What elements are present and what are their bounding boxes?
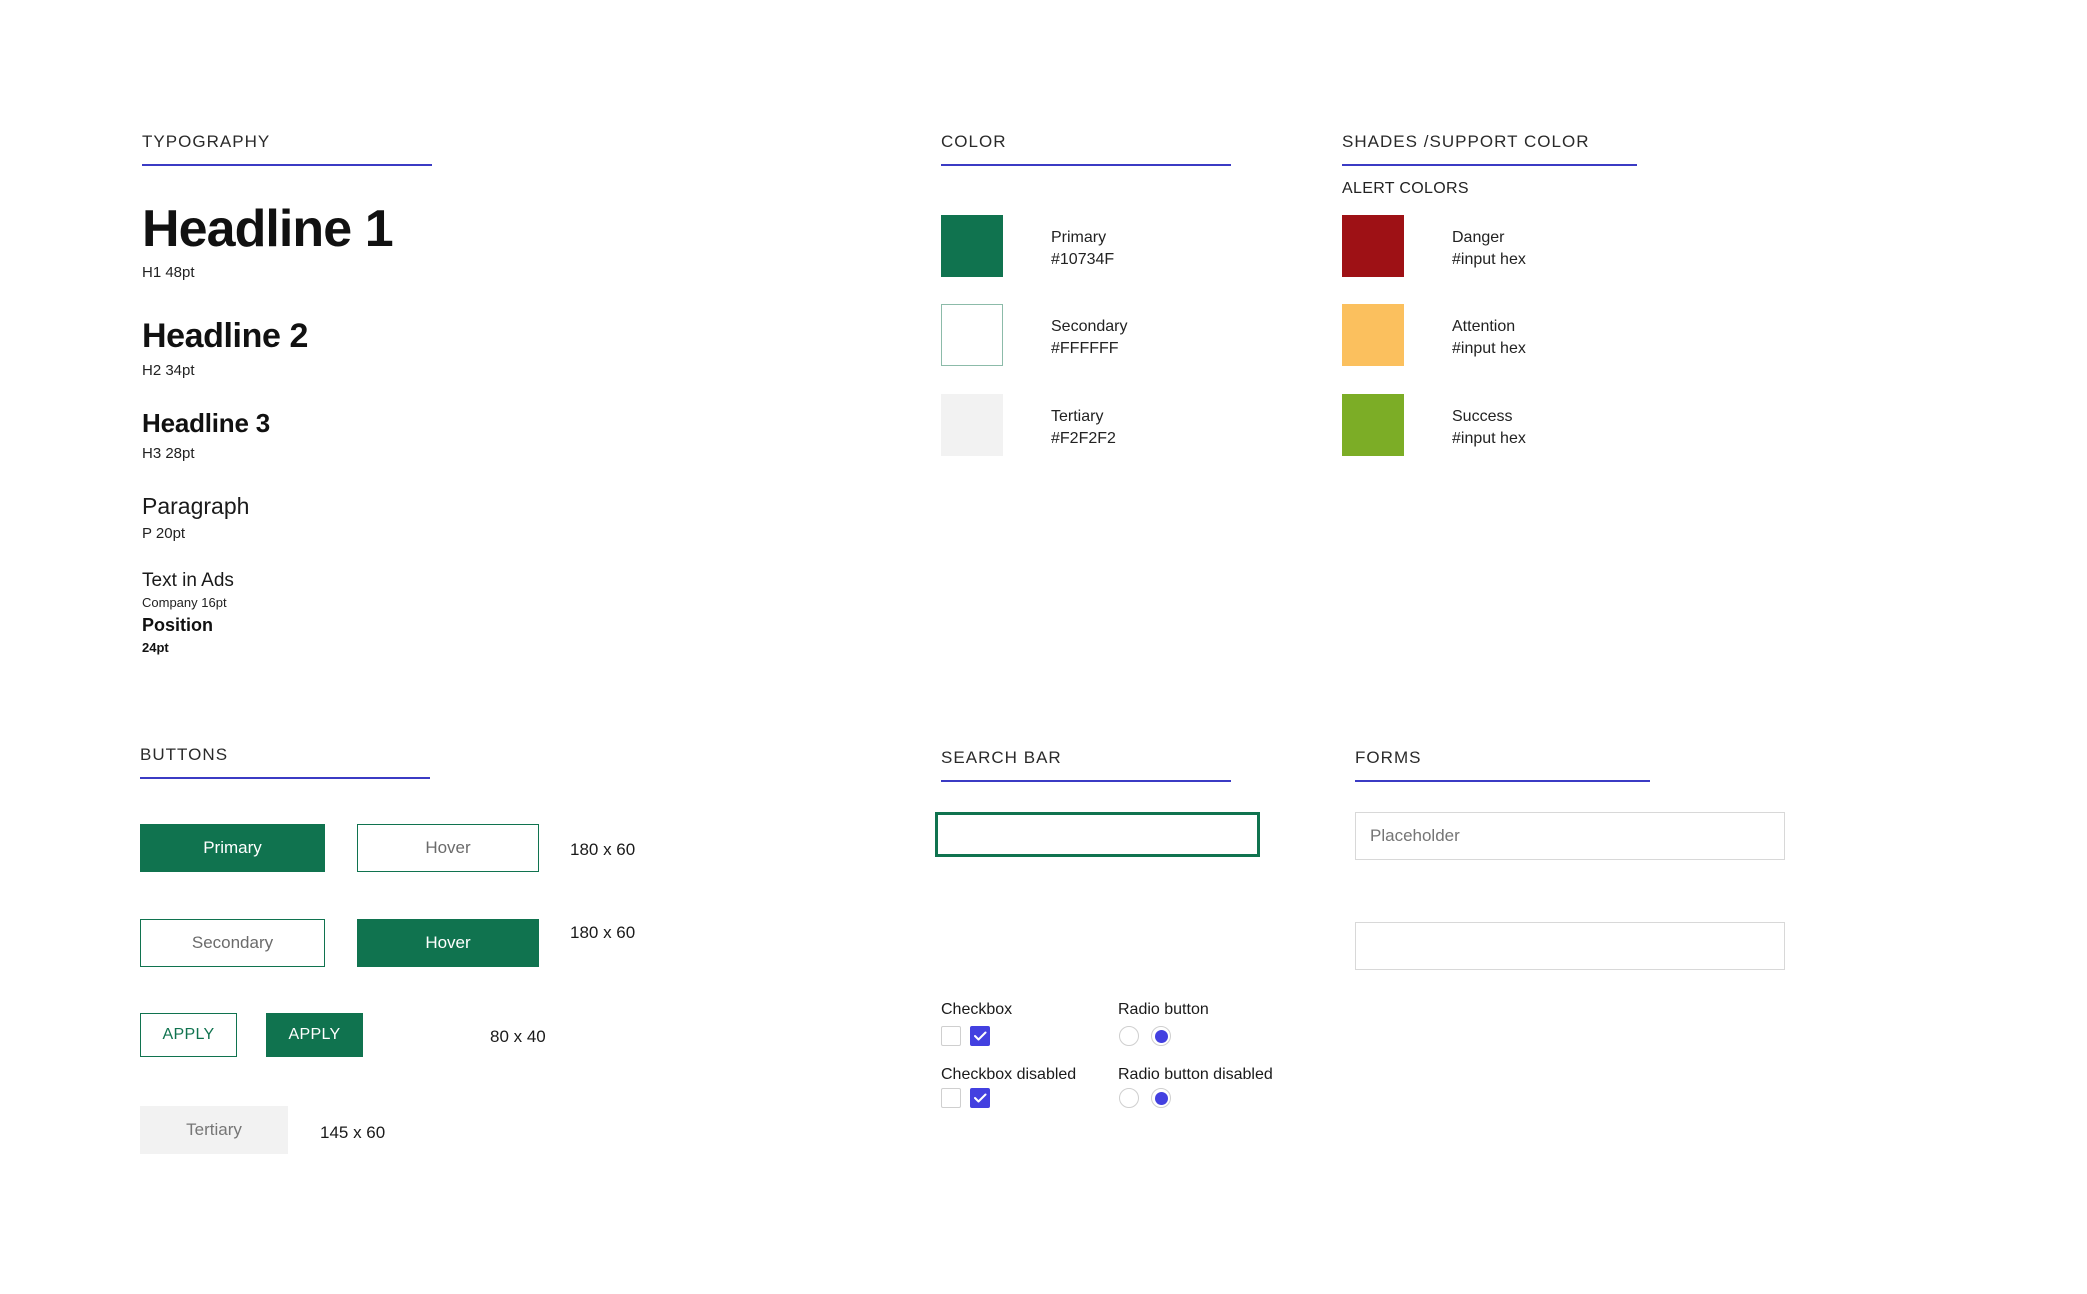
color-swatch-tertiary-name: Tertiary	[1051, 408, 1104, 425]
color-section-title: COLOR	[941, 132, 1007, 151]
typography-specimen-paragraph: Paragraph P 20pt	[142, 493, 249, 542]
primary-hover-button[interactable]: Hover	[357, 824, 539, 872]
search-section-rule	[941, 780, 1231, 782]
position-sample-text: Position	[142, 615, 213, 635]
color-swatch-tertiary-hex: #F2F2F2	[1051, 430, 1116, 448]
h1-sample-label: H1 48pt	[142, 263, 195, 281]
radio-selected[interactable]	[1151, 1026, 1171, 1046]
primary-row-size-label: 180 x 60	[570, 840, 636, 859]
h2-sample-label: H2 34pt	[142, 361, 195, 379]
apply-solid-button[interactable]: APPLY	[266, 1013, 363, 1057]
color-swatch-tertiary	[941, 394, 1003, 456]
apply-outline-button[interactable]: APPLY	[140, 1013, 237, 1057]
apply-row-size-label: 80 x 40	[490, 1027, 546, 1046]
color-section: COLOR	[941, 132, 1231, 166]
shades-section-title: SHADES /SUPPORT COLOR	[1342, 132, 1590, 151]
buttons-section-title: BUTTONS	[140, 745, 229, 764]
paragraph-sample-label: P 20pt	[142, 525, 186, 543]
alert-swatch-attention-hex: #input hex	[1452, 340, 1526, 358]
ads-sample-label: Company 16pt	[142, 594, 227, 610]
secondary-button[interactable]: Secondary	[140, 919, 325, 967]
typography-section: TYPOGRAPHY	[142, 132, 432, 166]
typography-specimen-h1: Headline 1 H1 48pt	[142, 200, 394, 281]
forms-section-rule	[1355, 780, 1650, 782]
checkbox-checked[interactable]	[970, 1026, 990, 1046]
alert-swatch-success	[1342, 394, 1404, 456]
alert-swatch-danger-name: Danger	[1452, 229, 1505, 246]
radio-unselected[interactable]	[1119, 1026, 1139, 1046]
form-input-placeholder[interactable]	[1355, 812, 1785, 860]
buttons-section: BUTTONS	[140, 745, 430, 779]
checkbox-disabled-checked	[970, 1088, 990, 1108]
shades-section-rule	[1342, 164, 1637, 166]
alert-swatch-row: Attention #input hex	[1342, 304, 1526, 366]
color-swatch-secondary-name: Secondary	[1051, 318, 1128, 335]
buttons-section-rule	[140, 777, 430, 779]
shades-section: SHADES /SUPPORT COLOR	[1342, 132, 1637, 166]
typography-specimen-h3: Headline 3 H3 28pt	[142, 409, 270, 462]
color-section-rule	[941, 164, 1231, 166]
alert-colors-subtitle: ALERT COLORS	[1342, 180, 1469, 197]
checkbox-disabled-label: Checkbox disabled	[941, 1066, 1077, 1083]
search-input[interactable]	[935, 812, 1260, 857]
alert-swatch-success-name: Success	[1452, 408, 1513, 425]
h3-sample-label: H3 28pt	[142, 444, 195, 462]
search-section: SEARCH BAR	[941, 748, 1231, 782]
color-swatch-primary-hex: #10734F	[1051, 251, 1115, 269]
radio-disabled-label: Radio button disabled	[1118, 1066, 1273, 1083]
check-icon	[973, 1093, 986, 1103]
primary-button[interactable]: Primary	[140, 824, 325, 872]
form-input-empty[interactable]	[1355, 922, 1785, 970]
h2-sample-text: Headline 2	[142, 317, 308, 355]
forms-section-title: FORMS	[1355, 748, 1422, 767]
paragraph-sample-text: Paragraph	[142, 493, 250, 519]
radio-dot-icon	[1154, 1029, 1168, 1043]
typography-specimen-position: Position 24pt	[142, 615, 213, 655]
color-swatch-primary-name: Primary	[1051, 229, 1107, 246]
h3-sample-text: Headline 3	[142, 408, 270, 438]
alert-swatch-row: Success #input hex	[1342, 394, 1526, 456]
secondary-row-size-label: 180 x 60	[570, 923, 636, 942]
typography-section-rule	[142, 164, 432, 166]
secondary-hover-button[interactable]: Hover	[357, 919, 539, 967]
alert-swatch-attention-name: Attention	[1452, 318, 1516, 335]
alert-swatch-danger-hex: #input hex	[1452, 251, 1526, 269]
color-swatch-primary	[941, 215, 1003, 277]
radio-disabled-selected	[1151, 1088, 1171, 1108]
checkbox-label: Checkbox	[941, 1001, 1013, 1018]
color-swatch-row: Tertiary #F2F2F2	[941, 394, 1116, 456]
tertiary-button[interactable]: Tertiary	[140, 1106, 288, 1154]
alert-swatch-attention	[1342, 304, 1404, 366]
radio-disabled-unselected	[1119, 1088, 1139, 1108]
color-swatch-secondary-hex: #FFFFFF	[1051, 340, 1119, 358]
ads-sample-text: Text in Ads	[142, 570, 234, 591]
alert-swatch-success-hex: #input hex	[1452, 430, 1526, 448]
h1-sample-text: Headline 1	[142, 200, 394, 258]
alert-swatch-danger	[1342, 215, 1404, 277]
check-icon	[973, 1031, 986, 1041]
radio-label: Radio button	[1118, 1001, 1209, 1018]
position-sample-label: 24pt	[142, 639, 169, 655]
checkbox-unchecked[interactable]	[941, 1026, 961, 1046]
typography-section-title: TYPOGRAPHY	[142, 132, 271, 151]
color-swatch-row: Primary #10734F	[941, 215, 1114, 277]
alert-swatch-row: Danger #input hex	[1342, 215, 1526, 277]
search-section-title: SEARCH BAR	[941, 748, 1062, 767]
color-swatch-row: Secondary #FFFFFF	[941, 304, 1128, 366]
typography-specimen-h2: Headline 2 H2 34pt	[142, 318, 308, 379]
typography-specimen-ads: Text in Ads Company 16pt	[142, 570, 234, 610]
radio-dot-icon	[1154, 1091, 1168, 1105]
forms-section: FORMS	[1355, 748, 1650, 782]
checkbox-disabled-unchecked	[941, 1088, 961, 1108]
color-swatch-secondary	[941, 304, 1003, 366]
tertiary-row-size-label: 145 x 60	[320, 1123, 386, 1142]
